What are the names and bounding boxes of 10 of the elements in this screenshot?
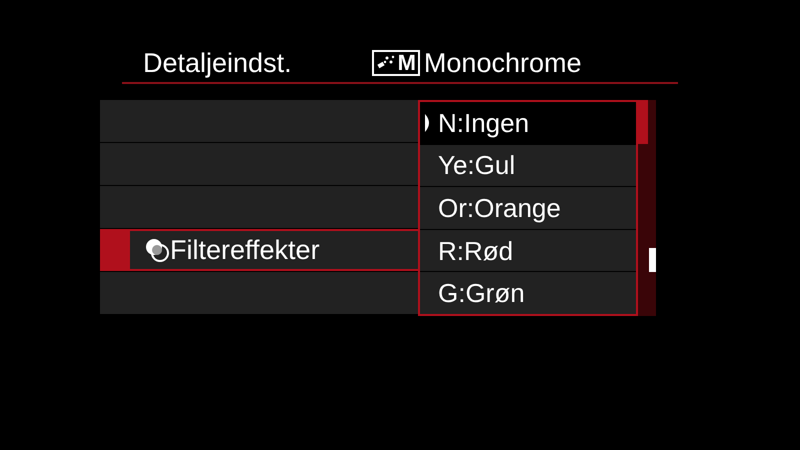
filter-option[interactable]: Or:Orange <box>420 187 636 229</box>
screen-title: Detaljeindst. <box>143 50 292 76</box>
filter-option[interactable]: G:Grøn <box>420 272 636 314</box>
style-name: Monochrome <box>424 50 582 76</box>
filter-option[interactable]: R:Rød <box>420 230 636 272</box>
filter-circles-icon <box>144 237 170 263</box>
filter-option[interactable]: Ye:Gul <box>420 144 636 186</box>
menu-row[interactable]: Filtereffekter <box>100 229 418 271</box>
menu-label: Filtereffekter <box>170 236 320 264</box>
style-badge: M <box>372 50 420 76</box>
